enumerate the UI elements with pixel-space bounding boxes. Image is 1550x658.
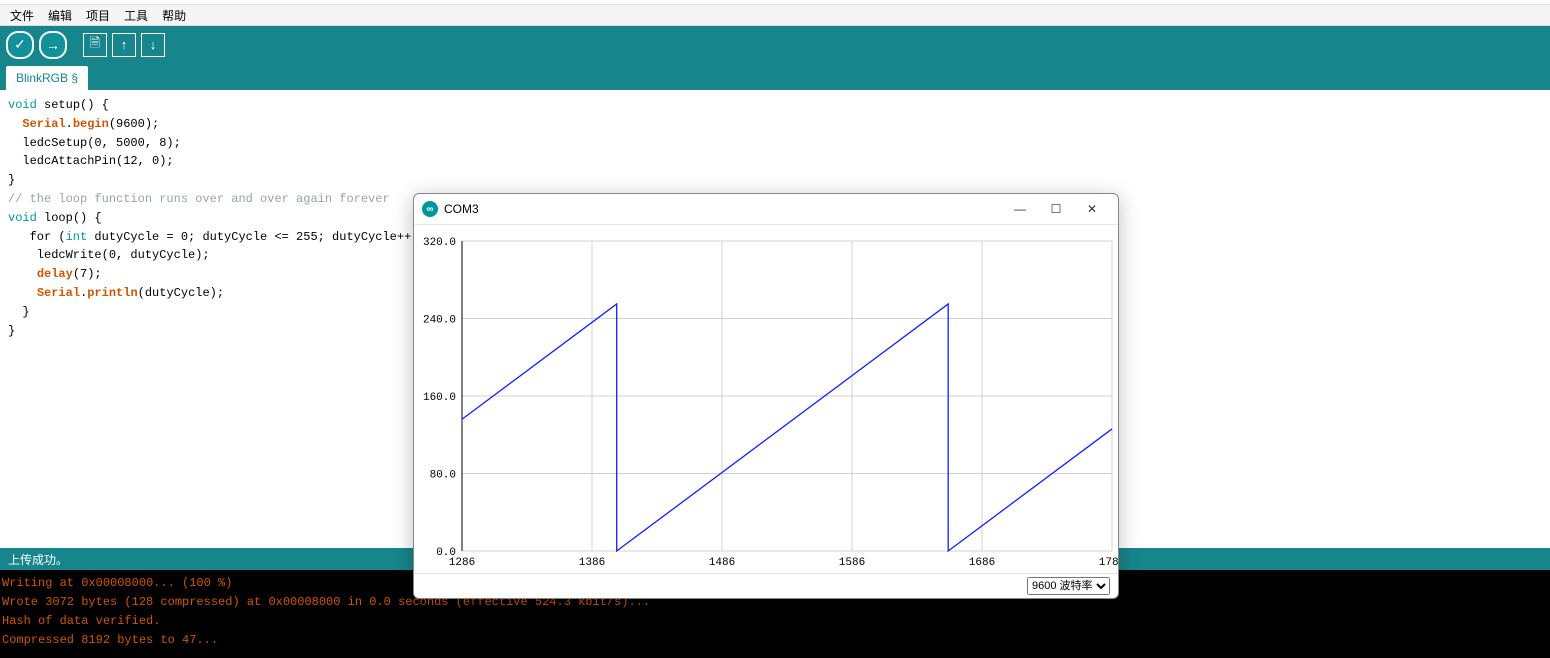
upload-button[interactable]: → [39, 31, 67, 59]
plot-area: 0.080.0160.0240.0320.0128613861486158616… [414, 225, 1118, 573]
svg-text:320.0: 320.0 [423, 237, 456, 249]
new-button[interactable]: 🗎 [83, 33, 107, 57]
tab-blinkrgb[interactable]: BlinkRGB § [6, 66, 88, 90]
status-text: 上传成功。 [8, 551, 68, 568]
svg-text:80.0: 80.0 [430, 470, 456, 482]
code-line: ledcAttachPin(12, 0); [8, 152, 1542, 171]
svg-text:240.0: 240.0 [423, 315, 456, 327]
menu-bar: 文件 编辑 项目 工具 帮助 [0, 5, 1550, 26]
svg-text:1286: 1286 [449, 557, 475, 569]
toolbar: ✓ → 🗎 ↑ ↓ [0, 26, 1550, 63]
code-line: } [8, 171, 1542, 190]
svg-text:1586: 1586 [839, 557, 865, 569]
verify-button[interactable]: ✓ [6, 31, 34, 59]
plotter-footer: 9600 波特率 [414, 573, 1118, 598]
baud-select[interactable]: 9600 波特率 [1027, 577, 1110, 595]
menu-help[interactable]: 帮助 [158, 7, 190, 24]
svg-text:1486: 1486 [709, 557, 735, 569]
menu-file[interactable]: 文件 [6, 7, 38, 24]
code-line: Serial.begin(9600); [8, 115, 1542, 134]
svg-text:1686: 1686 [969, 557, 995, 569]
plotter-titlebar[interactable]: ∞ COM3 — ☐ ✕ [414, 194, 1118, 225]
menu-sketch[interactable]: 项目 [82, 7, 114, 24]
serial-plot-chart: 0.080.0160.0240.0320.0128613861486158616… [414, 225, 1118, 575]
code-line: void setup() { [8, 96, 1542, 115]
minimize-button[interactable]: — [1002, 198, 1038, 220]
svg-text:1386: 1386 [579, 557, 605, 569]
serial-plotter-window: ∞ COM3 — ☐ ✕ 0.080.0160.0240.0320.012861… [413, 193, 1119, 599]
tab-strip: BlinkRGB § [0, 63, 1550, 90]
menu-tools[interactable]: 工具 [120, 7, 152, 24]
close-button[interactable]: ✕ [1074, 198, 1110, 220]
menu-edit[interactable]: 编辑 [44, 7, 76, 24]
plotter-title: COM3 [444, 202, 479, 216]
svg-text:1786: 1786 [1099, 557, 1118, 569]
svg-text:160.0: 160.0 [423, 392, 456, 404]
maximize-button[interactable]: ☐ [1038, 198, 1074, 220]
open-button[interactable]: ↑ [112, 33, 136, 57]
arduino-icon: ∞ [422, 201, 438, 217]
save-button[interactable]: ↓ [141, 33, 165, 57]
code-line: ledcSetup(0, 5000, 8); [8, 134, 1542, 153]
